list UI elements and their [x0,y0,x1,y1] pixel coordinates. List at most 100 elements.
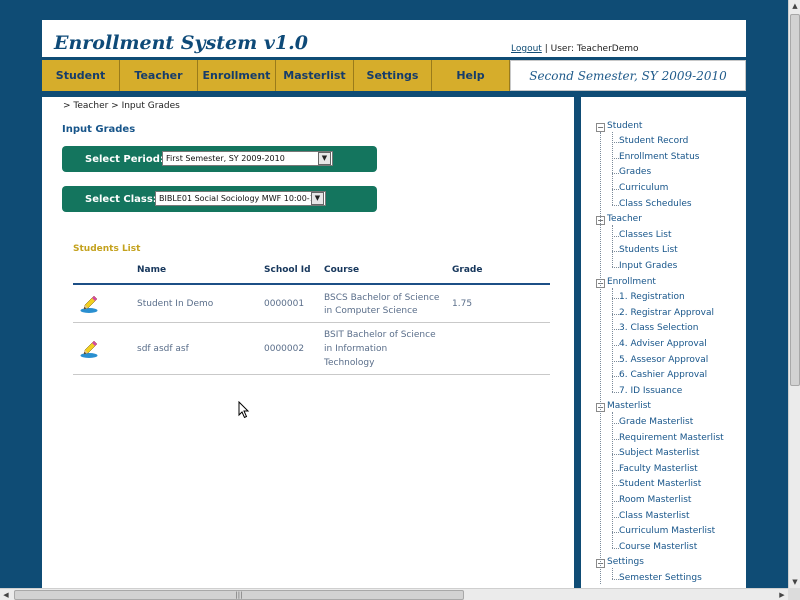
tree-connector [612,329,619,331]
nav-student[interactable]: Student [42,60,120,91]
tree-connector [612,454,619,456]
course-line: BSIT Bachelor of Science [324,330,436,340]
tree-connector [612,376,619,378]
course-line: Technology [324,358,375,368]
tree-connector [612,485,619,487]
sidebar-item-semester-settings[interactable]: Semester Settings [619,573,702,583]
vertical-scrollbar[interactable]: ▲ ▼ [788,0,800,588]
tree-connector [612,422,619,424]
chevron-down-icon[interactable]: ▼ [311,192,324,205]
scroll-right-icon[interactable]: ▶ [776,589,788,600]
period-select-bar: Select Period: First Semester, SY 2009-2… [62,146,377,172]
sidebar-group-masterlist[interactable]: Masterlist [607,401,651,411]
nav-masterlist[interactable]: Masterlist [276,60,354,91]
sidebar-item-curriculum-masterlist[interactable]: Curriculum Masterlist [619,526,715,536]
tree-connector [612,131,613,205]
sidebar-group-teacher[interactable]: Teacher [607,214,642,224]
school-id: 0000001 [264,299,305,309]
sidebar-group-student[interactable]: Student [607,121,642,131]
tree-connector [612,412,613,548]
sidebar-item-student-record[interactable]: Student Record [619,136,688,146]
sidebar-item-subject-masterlist[interactable]: Subject Masterlist [619,448,699,458]
sidebar-tree: − Student Student Record Enrollment Status G… [581,97,746,588]
sidebar-item-6-cashier-approval[interactable]: 6. Cashier Approval [619,370,707,380]
course-line: in Computer Science [324,306,418,316]
period-label: Select Period: [85,154,164,165]
sidebar-item-4-adviser-approval[interactable]: 4. Adviser Approval [619,339,707,349]
nav-teacher[interactable]: Teacher [120,60,198,91]
school-id: 0000002 [264,344,305,354]
tree-connector [612,516,619,518]
current-user-label: User: TeacherDemo [550,44,639,54]
logout-link[interactable]: Logout [511,44,542,54]
sidebar-item-grades[interactable]: Grades [619,167,651,177]
student-name: sdf asdf asf [137,344,189,354]
student-name: Student In Demo [137,299,214,309]
scroll-left-icon[interactable]: ◀ [0,589,12,600]
sidebar-item-2-registrar-approval[interactable]: 2. Registrar Approval [619,308,714,318]
tree-connector [612,298,619,300]
tree-connector [600,131,601,584]
sidebar-item-grade-masterlist[interactable]: Grade Masterlist [619,417,693,427]
sidebar-item-class-schedules[interactable]: Class Schedules [619,199,692,209]
sidebar-item-enrollment-status[interactable]: Enrollment Status [619,152,699,162]
students-list-heading: Students List [73,244,141,254]
tree-connector [612,532,619,534]
sidebar-item-7-id-issuance[interactable]: 7. ID Issuance [619,386,682,396]
tree-connector [612,547,619,549]
browser-viewport: Enrollment System v1.0 Logout | User: Te… [0,0,788,588]
nav-enrollment[interactable]: Enrollment [198,60,276,91]
tree-connector [612,578,619,580]
tree-connector [612,235,619,237]
scroll-down-icon[interactable]: ▼ [789,576,800,588]
sidebar-item-student-masterlist[interactable]: Student Masterlist [619,479,701,489]
tree-collapse-icon[interactable]: − [596,122,605,132]
sidebar-item-input-grades[interactable]: Input Grades [619,261,677,271]
sidebar-item-curriculum[interactable]: Curriculum [619,183,668,193]
sidebar-item-course-masterlist[interactable]: Course Masterlist [619,542,697,552]
page-header: Enrollment System v1.0 Logout | User: Te… [42,20,746,57]
tree-connector [612,204,619,206]
page-title: Input Grades [62,124,136,135]
scrollbar-corner [788,588,800,600]
chevron-down-icon[interactable]: ▼ [318,152,331,165]
course-line: BSCS Bachelor of Science [324,293,440,303]
tree-connector [612,173,619,175]
mouse-pointer-icon [238,401,250,419]
nav-help[interactable]: Help [432,60,510,91]
tree-connector [612,157,619,159]
sidebar-item-5-assesor-approval[interactable]: 5. Assesor Approval [619,355,708,365]
sidebar-item-1-registration[interactable]: 1. Registration [619,292,685,302]
sidebar-group-enrollment[interactable]: Enrollment [607,277,656,287]
sidebar-item-requirement-masterlist[interactable]: Requirement Masterlist [619,433,724,443]
column-header-course: Course [324,265,360,275]
sidebar-item-classes-list[interactable]: Classes List [619,230,672,240]
sidebar-item-room-masterlist[interactable]: Room Masterlist [619,495,691,505]
vertical-scroll-thumb[interactable] [790,14,800,386]
horizontal-scrollbar[interactable]: ◀ ||| ▶ [0,588,788,600]
class-select-bar: Select Class: BIBLE01 Social Sociology M… [62,186,377,212]
class-label: Select Class: [85,194,157,205]
grade-value[interactable]: 1.75 [452,299,472,309]
pencil-icon[interactable] [79,339,99,359]
class-select[interactable]: BIBLE01 Social Sociology MWF 10:00-12 [155,191,326,206]
sidebar-item-class-masterlist[interactable]: Class Masterlist [619,511,690,521]
pencil-icon[interactable] [79,294,99,314]
tree-connector [612,438,619,440]
tree-connector [612,225,613,267]
tree-connector [612,500,619,502]
sidebar-group-settings[interactable]: Settings [607,557,644,567]
tree-connector [612,142,619,144]
table-header: Name School Id Course Grade [73,263,550,285]
sidebar-item-3-class-selection[interactable]: 3. Class Selection [619,323,698,333]
nav-settings[interactable]: Settings [354,60,432,91]
sidebar-item-students-list[interactable]: Students List [619,245,678,255]
sidebar-item-faculty-masterlist[interactable]: Faculty Masterlist [619,464,698,474]
scroll-up-icon[interactable]: ▲ [789,0,800,12]
horizontal-scroll-thumb[interactable]: ||| [14,590,464,600]
column-header-name: Name [137,265,167,275]
sidebar-nav: − Student Student Record Enrollment Status G… [581,97,746,588]
period-select[interactable]: First Semester, SY 2009-2010 [162,151,333,166]
semester-banner: Second Semester, SY 2009-2010 [510,60,746,91]
tree-connector [612,344,619,346]
